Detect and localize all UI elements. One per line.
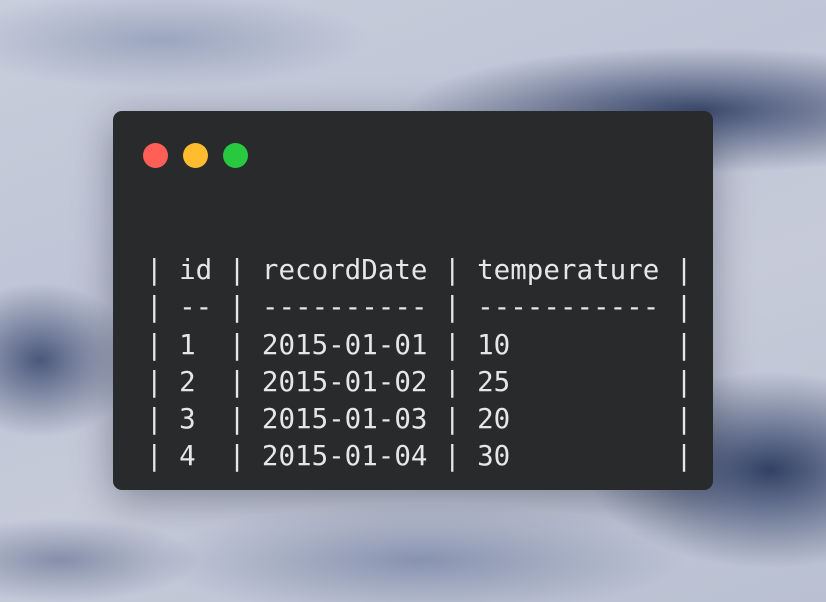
close-dot-icon[interactable] — [143, 143, 168, 168]
code-line-row-2: | 2 | 2015-01-02 | 25 | — [146, 365, 693, 398]
code-line-header: | id | recordDate | temperature | — [146, 254, 693, 286]
code-line-separator: | -- | ---------- | ----------- | — [146, 291, 693, 324]
window-controls — [143, 143, 248, 168]
code-window: | id | recordDate | temperature | | -- | … — [113, 111, 713, 490]
minimize-dot-icon[interactable] — [183, 143, 208, 168]
code-line-row-4: | 4 | 2015-01-04 | 30 | — [146, 440, 693, 473]
maximize-dot-icon[interactable] — [223, 143, 248, 168]
code-block: | id | recordDate | temperature | | -- | … — [146, 252, 692, 476]
code-line-row-1: | 1 | 2015-01-01 | 10 | — [146, 328, 693, 361]
code-line-row-3: | 3 | 2015-01-03 | 20 | — [146, 403, 693, 436]
